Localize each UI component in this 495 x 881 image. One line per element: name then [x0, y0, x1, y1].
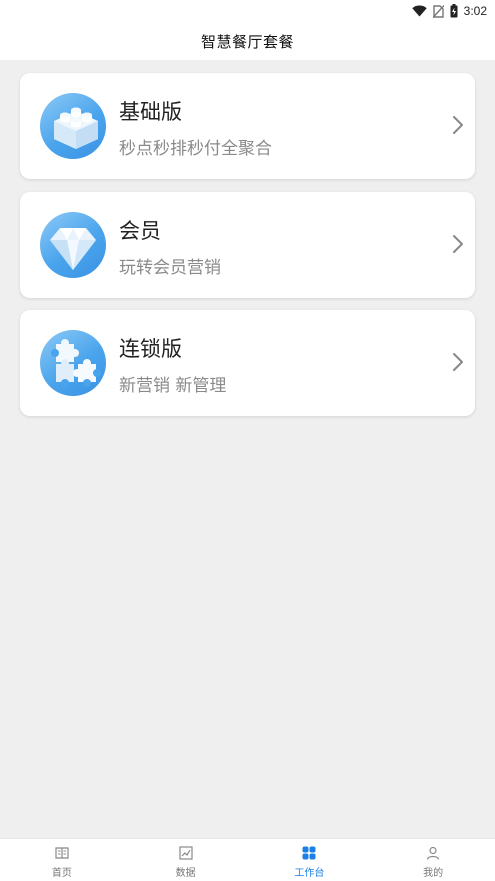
- status-bar: 3:02: [0, 0, 495, 22]
- plan-subtitle: 新营销 新管理: [119, 376, 227, 396]
- tab-label: 数据: [175, 868, 196, 879]
- page-title: 智慧餐厅套餐: [200, 32, 294, 51]
- plan-subtitle: 玩转会员营销: [119, 258, 221, 278]
- tab-label: 首页: [51, 868, 72, 879]
- wifi-icon: [411, 5, 427, 17]
- chevron-right-icon: [453, 116, 463, 134]
- no-sim-icon: [432, 4, 444, 18]
- tab-label: 我的: [423, 868, 444, 879]
- chart-icon: [179, 846, 193, 860]
- tab-data[interactable]: 数据: [124, 839, 248, 881]
- profile-icon: [427, 846, 440, 860]
- plan-card-basic[interactable]: 基础版 秒点秒排秒付全聚合: [20, 73, 475, 179]
- plan-card-chain[interactable]: 连锁版 新营销 新管理: [20, 310, 475, 416]
- status-icons: 3:02: [411, 3, 487, 19]
- plan-card-member[interactable]: 会员 玩转会员营销: [20, 192, 475, 298]
- puzzle-icon: [40, 330, 106, 396]
- chevron-right-icon: [453, 353, 463, 371]
- diamond-icon: [40, 212, 106, 278]
- chevron-right-icon: [453, 235, 463, 253]
- tab-workbench[interactable]: 工作台: [248, 839, 372, 881]
- plan-title: 连锁版: [119, 337, 182, 361]
- home-icon: [55, 847, 69, 859]
- tab-home[interactable]: 首页: [0, 839, 124, 881]
- lego-brick-icon: [40, 93, 106, 159]
- tab-profile[interactable]: 我的: [371, 839, 495, 881]
- battery-charging-icon: [450, 4, 458, 18]
- plan-title: 会员: [119, 219, 161, 243]
- workbench-icon: [302, 846, 316, 860]
- plan-subtitle: 秒点秒排秒付全聚合: [119, 139, 272, 159]
- bottom-tab-bar: 首页 数据 工作台 我的: [0, 838, 495, 881]
- plan-title: 基础版: [119, 100, 182, 124]
- app-header: 智慧餐厅套餐: [0, 22, 495, 60]
- tab-label: 工作台: [294, 868, 325, 879]
- status-time: 3:02: [463, 4, 487, 18]
